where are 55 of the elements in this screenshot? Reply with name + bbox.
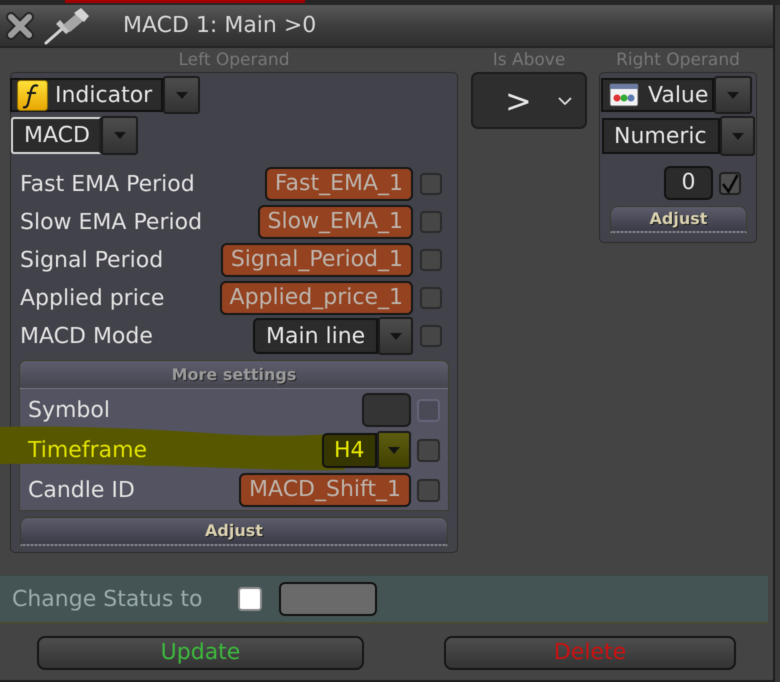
caret-icon [732, 132, 744, 140]
caret-icon [390, 332, 402, 340]
checkbox[interactable] [420, 287, 442, 309]
checkbox[interactable] [420, 211, 442, 233]
caret-icon [727, 92, 739, 98]
checkbox[interactable] [719, 172, 741, 194]
adjust-button[interactable]: Adjust [610, 206, 747, 233]
parameter-label: Fast EMA Period [20, 172, 196, 196]
chevron-icon [558, 96, 572, 104]
type-dropdown[interactable]: Numeric [602, 118, 720, 154]
caret-icon [176, 92, 188, 98]
parameter-label: Symbol [28, 398, 111, 422]
caret-icon [114, 132, 126, 139]
section-header: More settings [20, 361, 448, 389]
parameter-label: Timeframe [28, 438, 148, 462]
text-field[interactable]: Signal_Period_1 [220, 243, 413, 277]
dropdown-button[interactable] [378, 317, 413, 355]
dropdown-button[interactable] [101, 116, 138, 155]
adjust-button[interactable]: Adjust [20, 517, 448, 546]
parameter-label: MACD Mode [20, 324, 154, 348]
window-title: MACD 1: Main >0 [123, 13, 316, 38]
checkbox[interactable] [417, 478, 440, 502]
dropdown-button[interactable] [714, 76, 752, 114]
dropdown[interactable]: Main line [253, 318, 378, 354]
status-field[interactable] [279, 582, 378, 616]
checkbox[interactable] [420, 173, 442, 195]
text-field[interactable]: Fast_EMA_1 [264, 167, 413, 201]
dropdown-button[interactable] [720, 116, 755, 156]
source-dropdown[interactable]: Indicator [10, 78, 163, 112]
parameter-label: Applied price [20, 286, 166, 310]
checkbox[interactable] [238, 587, 262, 611]
status-label: Change Status to [12, 586, 202, 612]
function-dropdown[interactable]: MACD [11, 117, 101, 154]
update-button[interactable]: Update [37, 636, 364, 670]
check-icon [721, 174, 739, 192]
text-field[interactable]: Applied_price_1 [220, 281, 413, 315]
text-field[interactable]: Slow_EMA_1 [258, 205, 413, 239]
parameter-label: Slow EMA Period [20, 210, 204, 234]
dropdown[interactable]: H4 [322, 432, 377, 468]
text-field[interactable]: MACD_Shift_1 [239, 473, 411, 507]
checkbox[interactable] [417, 438, 440, 462]
comparison-dropdown[interactable]: > [471, 72, 587, 129]
window-icon [609, 83, 639, 107]
parameter-label: Candle ID [28, 478, 136, 502]
checkbox[interactable] [420, 249, 442, 271]
caret-icon [388, 446, 400, 454]
checkbox[interactable] [420, 325, 442, 347]
pin-icon[interactable] [44, 6, 90, 44]
dropdown-button[interactable] [377, 431, 411, 469]
dropdown-button[interactable] [163, 76, 200, 114]
value-field[interactable]: 0 [664, 166, 713, 200]
function-icon [17, 80, 48, 110]
close-icon[interactable] [5, 10, 35, 40]
parameter-label: Signal Period [20, 248, 164, 272]
source-dropdown[interactable]: Value [601, 78, 714, 112]
